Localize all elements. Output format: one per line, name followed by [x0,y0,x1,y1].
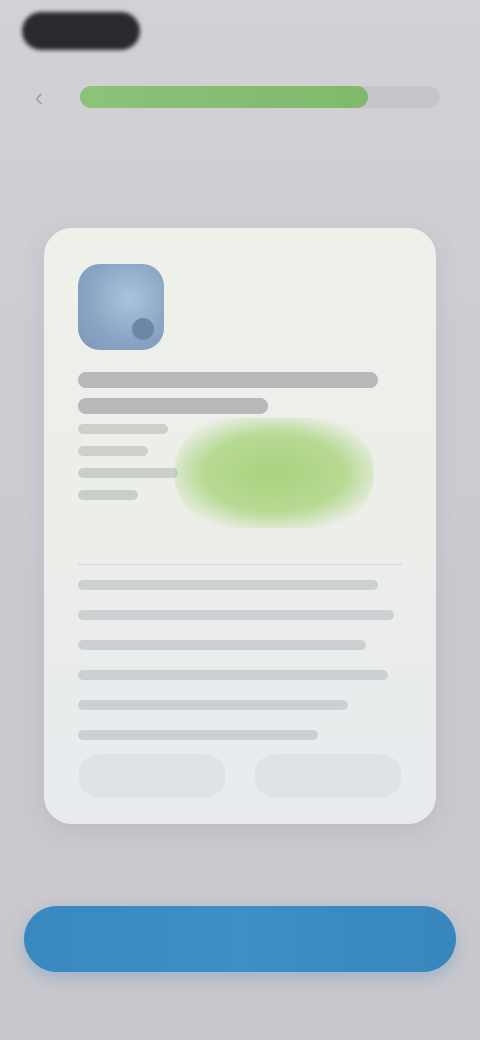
meta-line [78,490,138,500]
meta-line [78,468,178,478]
tertiary-button[interactable] [254,754,402,798]
secondary-button[interactable] [78,754,226,798]
card-actions [78,754,402,798]
progress-bar [80,86,440,108]
title-line [78,372,378,388]
chevron-left-icon: ‹ [34,82,44,112]
app-icon [78,264,164,350]
progress-fill [80,86,368,108]
body-line [78,610,394,620]
meta-line [78,424,168,434]
body-line [78,670,388,680]
body-line [78,730,318,740]
content-card [44,228,436,824]
card-body [78,580,398,760]
app-icon-glyph [132,318,154,340]
back-button[interactable]: ‹ [24,82,54,112]
meta-line [78,446,148,456]
body-line [78,580,378,590]
screen: ‹ [0,0,480,1040]
body-line [78,700,348,710]
card-meta [78,424,188,512]
card-divider [78,564,402,565]
primary-button[interactable] [24,906,456,972]
highlight-graphic [174,418,374,528]
status-pill [22,12,140,50]
card-title [78,372,398,424]
body-line [78,640,366,650]
title-line [78,398,268,414]
